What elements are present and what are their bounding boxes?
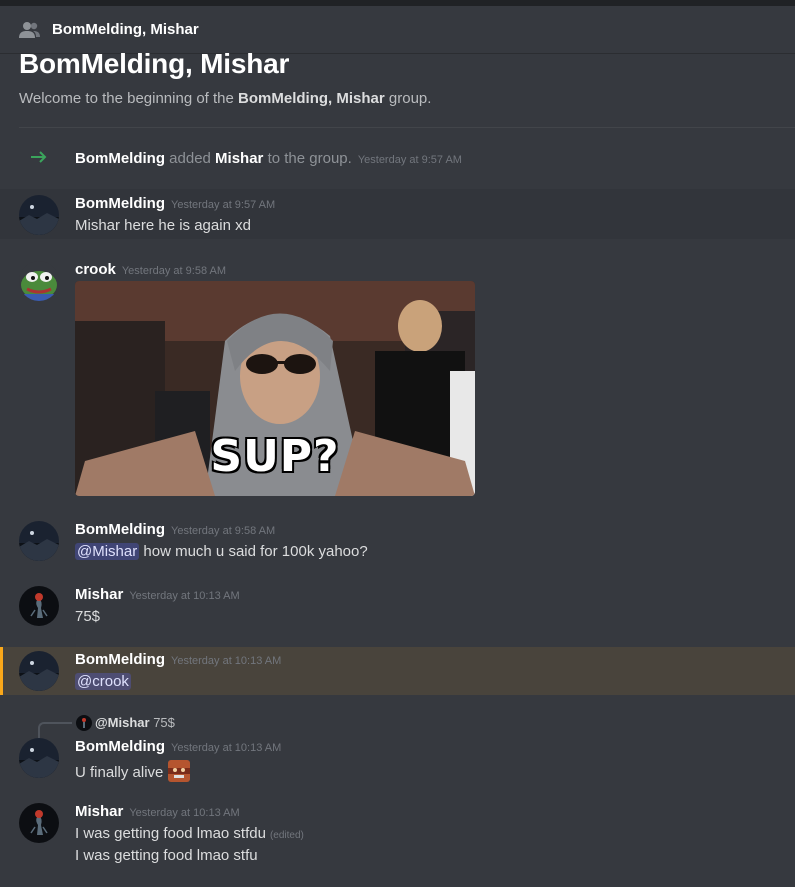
welcome-group-name: BomMelding, Mishar	[238, 90, 385, 107]
face-emoji[interactable]	[167, 760, 190, 782]
message-content: @Mishar how much u said for 100k yahoo?	[75, 543, 368, 560]
avatar[interactable]	[19, 521, 59, 561]
system-verb: added	[165, 150, 216, 167]
avatar[interactable]	[19, 651, 59, 691]
welcome-text: Welcome to the beginning of the BomMeldi…	[19, 90, 779, 107]
message[interactable]: Mishar Yesterday at 10:13 AM I was gettin…	[0, 797, 795, 871]
author-name[interactable]: BomMelding	[75, 521, 165, 538]
username[interactable]: BomMelding Yesterday at 9:58 AM	[75, 521, 275, 538]
message[interactable]: BomMelding Yesterday at 10:13 AM U finall…	[0, 732, 795, 784]
avatar[interactable]	[19, 261, 59, 301]
username[interactable]: BomMelding Yesterday at 10:13 AM	[75, 651, 281, 668]
username[interactable]: Mishar Yesterday at 10:13 AM	[75, 803, 240, 820]
system-target[interactable]: Mishar	[215, 150, 263, 167]
message[interactable]: BomMelding Yesterday at 9:57 AM Mishar he…	[0, 189, 795, 239]
system-tail: to the group.	[263, 150, 352, 167]
reply-avatar[interactable]	[76, 715, 92, 731]
welcome-pre: Welcome to the beginning of the	[19, 90, 239, 107]
timestamp[interactable]: Yesterday at 9:58 AM	[171, 525, 275, 537]
timestamp[interactable]: Yesterday at 9:58 AM	[122, 265, 226, 277]
reply-author[interactable]: @Mishar	[95, 715, 150, 730]
message[interactable]: Mishar Yesterday at 10:13 AM 75$	[0, 580, 795, 632]
message-content: I was getting food lmao stfu	[75, 847, 258, 864]
welcome-title: BomMelding, Mishar	[19, 48, 290, 79]
author-name[interactable]: crook	[75, 261, 116, 278]
timestamp[interactable]: Yesterday at 10:13 AM	[171, 655, 281, 667]
author-name[interactable]: BomMelding	[75, 738, 165, 755]
timestamp[interactable]: Yesterday at 10:13 AM	[129, 807, 239, 819]
username[interactable]: BomMelding Yesterday at 9:57 AM	[75, 195, 275, 212]
message-mentioned[interactable]: BomMelding Yesterday at 10:13 AM @crook	[0, 647, 795, 695]
join-arrow-icon	[30, 148, 48, 169]
author-name[interactable]: BomMelding	[75, 651, 165, 668]
author-name[interactable]: Mishar	[75, 586, 123, 603]
message-text: how much u said for 100k yahoo?	[139, 543, 368, 560]
author-name[interactable]: BomMelding	[75, 195, 165, 212]
message-content: 75$	[75, 608, 101, 625]
reply-preview[interactable]: @Mishar 75$	[95, 715, 175, 730]
avatar[interactable]	[19, 195, 59, 235]
welcome-post: group.	[384, 90, 432, 107]
message-text: U finally alive	[75, 764, 168, 781]
group-dm-icon	[18, 18, 42, 42]
channel-title: BomMelding, Mishar	[52, 21, 199, 38]
gif-caption: SUP?	[210, 431, 340, 482]
message[interactable]: BomMelding Yesterday at 9:58 AM @Mishar h…	[0, 515, 795, 567]
system-actor[interactable]: BomMelding	[75, 150, 165, 167]
user-mention[interactable]: @crook	[75, 673, 131, 690]
username[interactable]: crook Yesterday at 9:58 AM	[75, 261, 226, 278]
system-message: BomMelding added Mishar to the group. Yes…	[0, 140, 795, 180]
gif-attachment[interactable]: SUP?	[75, 281, 475, 496]
edited-label: (edited)	[269, 830, 304, 841]
avatar[interactable]	[19, 738, 59, 778]
author-name[interactable]: Mishar	[75, 803, 123, 820]
message-content: U finally alive	[75, 760, 190, 782]
username[interactable]: Mishar Yesterday at 10:13 AM	[75, 586, 240, 603]
welcome-divider	[19, 127, 795, 128]
message-content: I was getting food lmao stfdu (edited)	[75, 825, 304, 842]
timestamp[interactable]: Yesterday at 9:57 AM	[171, 199, 275, 211]
username[interactable]: BomMelding Yesterday at 10:13 AM	[75, 738, 281, 755]
welcome-section: BomMelding, Mishar Welcome to the beginn…	[19, 46, 779, 107]
message-text: I was getting food lmao stfdu	[75, 825, 266, 842]
timestamp[interactable]: Yesterday at 10:13 AM	[171, 742, 281, 754]
avatar[interactable]	[19, 586, 59, 626]
message-content: Mishar here he is again xd	[75, 217, 251, 234]
system-text: BomMelding added Mishar to the group. Yes…	[75, 150, 462, 167]
user-mention[interactable]: @Mishar	[75, 543, 140, 560]
avatar[interactable]	[19, 803, 59, 843]
timestamp[interactable]: Yesterday at 10:13 AM	[129, 590, 239, 602]
reply-text: 75$	[149, 715, 175, 730]
timestamp[interactable]: Yesterday at 9:57 AM	[358, 154, 462, 166]
message-content: @crook	[75, 673, 131, 690]
